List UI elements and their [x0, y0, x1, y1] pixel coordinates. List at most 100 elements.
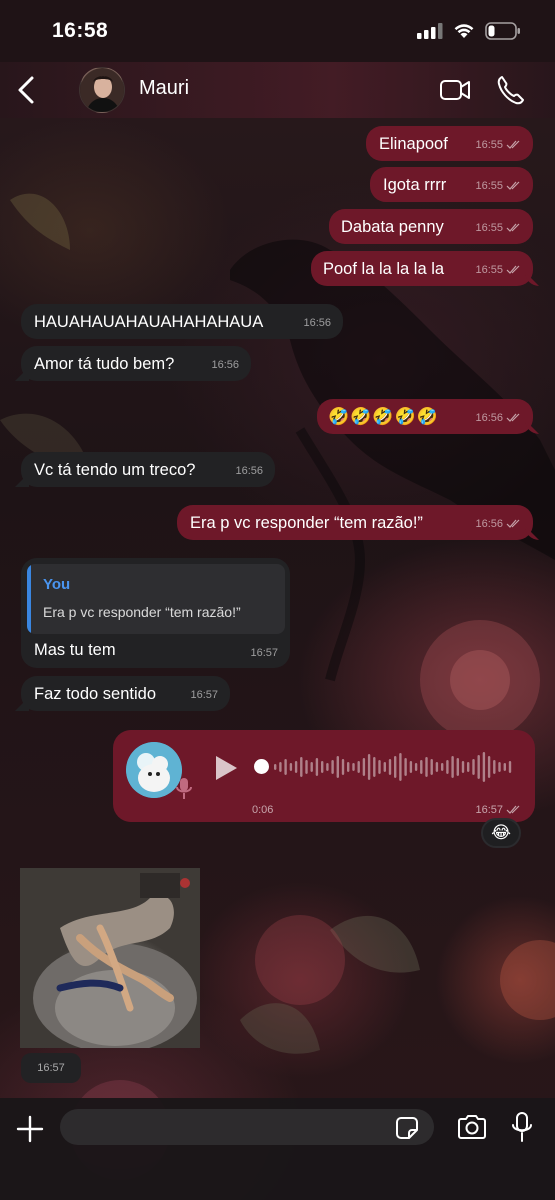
message-bubble-outgoing[interactable]: 🤣🤣🤣🤣🤣 16:56: [317, 399, 533, 434]
microphone-icon: [176, 778, 192, 799]
wifi-icon: [454, 24, 474, 38]
phone-call-icon[interactable]: [496, 74, 524, 106]
message-text: Era p vc responder “tem razão!”: [190, 513, 423, 532]
waveform-bar: [321, 761, 324, 773]
waveform-bar: [425, 757, 428, 777]
message-time: 16:56: [303, 317, 331, 329]
message-bubble-outgoing[interactable]: Poof la la la la la 16:55: [311, 251, 533, 286]
message-time: 16:55: [475, 222, 503, 234]
battery-icon: [485, 22, 520, 40]
read-receipt-icon: [506, 413, 520, 422]
message-bubble-incoming[interactable]: Faz todo sentido 16:57: [21, 676, 230, 711]
message-meta: 16:57: [475, 804, 521, 816]
waveform-bar: [414, 763, 418, 771]
message-meta: 16:55: [475, 176, 521, 196]
message-meta: 16:55: [475, 260, 521, 280]
waveform-bar: [378, 760, 381, 774]
waveform-bar: [472, 759, 475, 775]
waveform-bar: [347, 762, 350, 772]
sticker-icon[interactable]: [394, 1115, 420, 1141]
waveform-bar: [279, 762, 282, 772]
voice-note-bubble[interactable]: 0:06 16:57: [113, 730, 535, 822]
message-bubble-outgoing[interactable]: Era p vc responder “tem razão!” 16:56: [177, 505, 533, 540]
message-text: Faz todo sentido: [34, 684, 156, 703]
quoted-reply[interactable]: You Era p vc responder “tem razão!”: [27, 564, 285, 634]
waveform-bar: [336, 756, 339, 778]
waveform-bar: [503, 763, 506, 771]
message-bubble-incoming[interactable]: HAUAHAUAHAUAHAHAHAUA 16:56: [21, 304, 343, 339]
waveform-bar: [477, 755, 480, 779]
contact-avatar[interactable]: [79, 67, 125, 113]
waveform-bar: [461, 761, 465, 773]
message-text: HAUAHAUAHAUAHAHAHAUA: [34, 312, 264, 331]
waveform-bar: [383, 762, 386, 772]
message-meta: 16:56: [303, 313, 331, 333]
message-composer: [0, 1098, 555, 1200]
read-receipt-icon: [506, 519, 520, 528]
status-time: 16:58: [52, 19, 109, 42]
message-meta: 16:56: [235, 461, 263, 481]
microphone-icon[interactable]: [510, 1111, 534, 1143]
message-time: 16:55: [475, 180, 503, 192]
back-button[interactable]: [14, 74, 38, 106]
video-call-icon[interactable]: [439, 76, 471, 104]
message-text: Dabata penny: [341, 217, 444, 236]
message-bubble-outgoing[interactable]: Elinapoof 16:55: [366, 126, 533, 161]
message-meta: 16:55: [475, 135, 521, 155]
waveform-bar: [435, 762, 439, 772]
waveform-bar: [498, 762, 501, 772]
waveform-bar: [373, 757, 376, 777]
waveform-bar: [294, 761, 298, 773]
message-text: Igota rrrr: [383, 175, 447, 194]
waveform-bar: [367, 754, 371, 780]
message-time: 16:56: [475, 412, 503, 424]
message-bubble-outgoing[interactable]: Igota rrrr 16:55: [370, 167, 533, 202]
waveform-bar: [446, 760, 449, 774]
play-icon[interactable]: [213, 754, 239, 782]
read-receipt-icon: [506, 265, 520, 274]
message-time: 16:57: [190, 689, 218, 701]
message-reaction[interactable]: 😂: [481, 818, 521, 848]
read-receipt-icon: [506, 181, 520, 190]
message-meta: 16:56: [475, 408, 521, 428]
waveform-bar: [284, 759, 287, 775]
waveform-bar: [315, 758, 319, 776]
contact-name[interactable]: Mauri: [139, 77, 189, 100]
message-time: 16:57: [37, 1062, 65, 1074]
message-time-badge: 16:57: [21, 1053, 81, 1083]
message-bubble-incoming[interactable]: Vc tá tendo um treco? 16:56: [21, 452, 275, 487]
message-text: Vc tá tendo um treco?: [34, 460, 196, 479]
message-bubble-incoming[interactable]: Amor tá tudo bem? 16:56: [21, 346, 251, 381]
waveform-bar: [310, 762, 313, 772]
status-icons: [417, 22, 521, 40]
message-text: Poof la la la la la: [323, 259, 445, 278]
waveform-bar: [300, 757, 303, 777]
quoted-reply-accent: [27, 564, 31, 634]
read-receipt-icon: [506, 805, 520, 814]
camera-icon[interactable]: [456, 1113, 488, 1141]
cellular-signal-icon: [417, 23, 443, 39]
reaction-emoji: 😂: [491, 823, 511, 842]
waveform-bar: [456, 758, 459, 776]
waveform-bar: [399, 753, 402, 781]
waveform-bar: [326, 763, 329, 771]
waveform-bar: [388, 759, 392, 775]
waveform-bar: [305, 760, 308, 774]
waveform-bar: [357, 761, 360, 773]
message-bubble-outgoing[interactable]: Dabata penny 16:55: [329, 209, 533, 244]
message-time: 16:56: [475, 518, 503, 530]
message-meta: 16:55: [475, 218, 521, 238]
waveform-bar: [404, 758, 407, 776]
waveform-bar: [331, 760, 334, 774]
message-input[interactable]: [60, 1109, 434, 1145]
attach-plus-icon[interactable]: [15, 1114, 45, 1144]
image-message[interactable]: [20, 868, 200, 1048]
waveform-bar: [394, 756, 397, 778]
message-meta: 16:56: [475, 514, 521, 534]
message-text: Amor tá tudo bem?: [34, 354, 175, 373]
waveform-bar: [508, 761, 512, 773]
message-meta: 16:56: [211, 355, 239, 375]
audio-waveform[interactable]: [274, 748, 514, 786]
playback-scrubber[interactable]: [254, 759, 269, 774]
waveform-bar: [493, 760, 496, 774]
